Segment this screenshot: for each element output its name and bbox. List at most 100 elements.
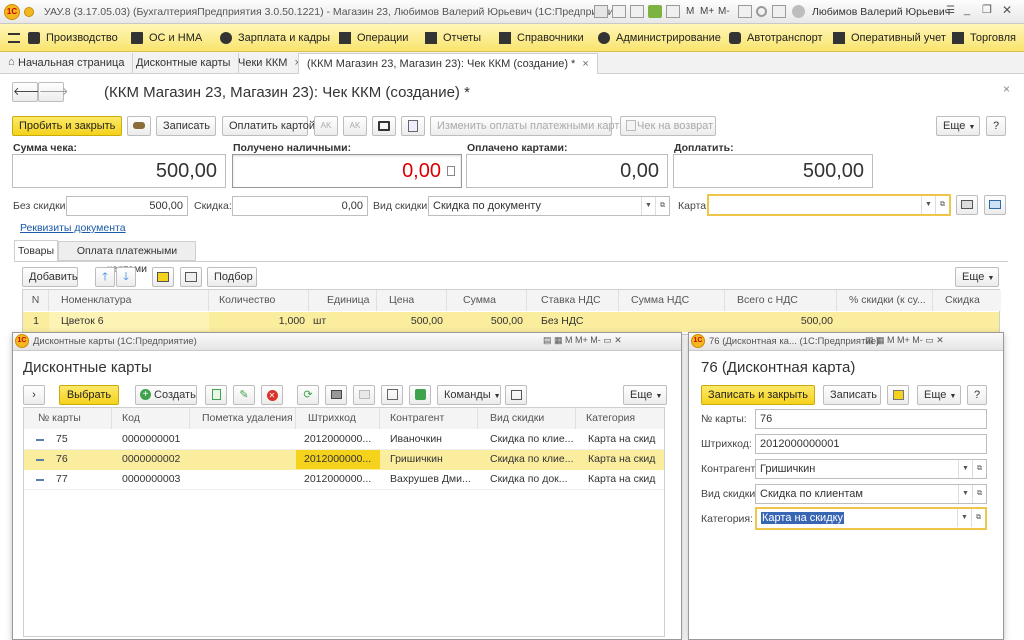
- col-header[interactable]: № карты: [24, 408, 112, 429]
- find-button[interactable]: [325, 385, 347, 405]
- menu-operational[interactable]: Оперативный учет: [833, 24, 946, 52]
- chevron-down-icon[interactable]: ▼: [958, 460, 972, 478]
- forward-button[interactable]: 🡒: [38, 82, 69, 102]
- col-header[interactable]: Пометка удаления: [190, 408, 296, 429]
- minimize-icon[interactable]: _: [964, 4, 970, 16]
- cell-price[interactable]: 500,00: [377, 312, 447, 331]
- back-button[interactable]: 🡐: [12, 82, 43, 102]
- col-header[interactable]: Скидка: [933, 290, 1001, 311]
- chevron-down-icon[interactable]: ▼: [958, 485, 972, 503]
- requisites-link[interactable]: Реквизиты документа: [20, 222, 126, 234]
- print-list-button[interactable]: [409, 385, 431, 405]
- scan-button[interactable]: [180, 267, 202, 287]
- move-down-button[interactable]: 🡓: [116, 267, 136, 287]
- open-icon[interactable]: ⧉: [971, 509, 985, 527]
- save-icon[interactable]: [594, 5, 608, 18]
- cell-item[interactable]: Цветок 6: [49, 312, 209, 331]
- cash-out-button[interactable]: AK: [343, 116, 367, 136]
- open-icon[interactable]: ⧉: [972, 460, 986, 478]
- card-edit-button[interactable]: [887, 385, 909, 405]
- category-select[interactable]: Карта на скидку ▼ ⧉: [755, 507, 987, 530]
- list-settings-button[interactable]: [505, 385, 527, 405]
- copy-button[interactable]: [205, 385, 227, 405]
- menu-reports[interactable]: Отчеты: [425, 24, 481, 52]
- card-display-button[interactable]: [984, 195, 1006, 215]
- memory-m-icon[interactable]: M: [686, 6, 694, 17]
- memory-mplus-icon[interactable]: M+: [700, 6, 714, 17]
- menu-production[interactable]: Производство: [28, 24, 118, 52]
- subtab-card-payments[interactable]: Оплата платежными картами: [58, 241, 196, 275]
- tab-home[interactable]: Начальная страница: [0, 53, 134, 74]
- col-header[interactable]: Количество: [209, 290, 309, 311]
- caption-tools-icon[interactable]: ▤ ▦ M M+ M- ▭ ✕: [865, 335, 944, 346]
- contractor-select[interactable]: Гришичкин ▼ ⧉: [755, 459, 987, 479]
- card-more-button[interactable]: Еще ▼: [917, 385, 961, 405]
- printer-button[interactable]: [372, 116, 396, 136]
- card-select[interactable]: ▼ ⧉: [707, 194, 951, 216]
- chevron-down-icon[interactable]: ▼: [957, 509, 971, 527]
- app-logo-icon[interactable]: 1С: [4, 4, 20, 20]
- refresh-button[interactable]: ⟳: [297, 385, 319, 405]
- open-icon[interactable]: ⧉: [655, 197, 669, 215]
- memory-mminus-icon[interactable]: M-: [718, 6, 730, 17]
- selection-button[interactable]: Подбор: [207, 267, 257, 287]
- caption-tools-icon[interactable]: ▤ ▦ M M+ M- ▭ ✕: [543, 335, 622, 346]
- open-icon[interactable]: ⧉: [972, 485, 986, 503]
- user-name[interactable]: Любимов Валерий Юрьевич: [812, 6, 950, 18]
- pay-card-button[interactable]: Оплатить картой: [222, 116, 315, 136]
- col-header[interactable]: % скидки (к су...: [837, 290, 933, 311]
- menu-trade[interactable]: Торговля: [952, 24, 1016, 52]
- history-icon[interactable]: [756, 6, 767, 17]
- cell-disc[interactable]: [933, 312, 999, 331]
- cell-vat-rate[interactable]: Без НДС: [527, 312, 619, 331]
- menu-arrow-icon[interactable]: [24, 7, 34, 17]
- menu-administration[interactable]: Администрирование: [598, 24, 721, 52]
- menu-catalogs[interactable]: Справочники: [499, 24, 584, 52]
- calendar-icon[interactable]: [666, 5, 680, 18]
- menu-operations[interactable]: Операции: [339, 24, 408, 52]
- col-header[interactable]: Сумма НДС: [619, 290, 725, 311]
- expand-button[interactable]: ›: [23, 385, 45, 405]
- print-icon[interactable]: [612, 5, 626, 18]
- close-window-icon[interactable]: ✕: [1002, 3, 1012, 17]
- card-reader-button[interactable]: [956, 195, 978, 215]
- add-row-button[interactable]: Добавить: [22, 267, 78, 287]
- edit-button[interactable]: ✎: [233, 385, 255, 405]
- hamburger-icon[interactable]: [8, 33, 20, 43]
- number-input[interactable]: 76: [755, 409, 987, 429]
- help-button[interactable]: ?: [986, 116, 1006, 136]
- document-button[interactable]: [401, 116, 425, 136]
- menu-salary[interactable]: Зарплата и кадры: [220, 24, 330, 52]
- calculator-icon[interactable]: [772, 5, 786, 18]
- save-and-close-button[interactable]: Записать и закрыть: [701, 385, 815, 405]
- choose-button[interactable]: Выбрать: [59, 385, 119, 405]
- settings-icon[interactable]: ☰: [946, 5, 955, 16]
- col-header[interactable]: Номенклатура: [49, 290, 209, 311]
- tab-discount-cards[interactable]: Дисконтные карты: [128, 53, 240, 74]
- cancel-find-button[interactable]: [353, 385, 375, 405]
- cash-input[interactable]: 0,00: [232, 154, 462, 188]
- col-header[interactable]: Сумма: [447, 290, 527, 311]
- col-header[interactable]: Единица: [309, 290, 377, 311]
- change-card-payments-button[interactable]: Изменить оплаты платежными картами: [430, 116, 639, 136]
- disctype-select[interactable]: Скидка по документу ▼ ⧉: [428, 196, 670, 216]
- col-header[interactable]: Штрихкод: [296, 408, 380, 429]
- save-button[interactable]: Записать: [156, 116, 216, 136]
- col-header[interactable]: Код: [112, 408, 190, 429]
- card-help-button[interactable]: ?: [967, 385, 987, 405]
- move-up-button[interactable]: 🡑: [95, 267, 115, 287]
- print-receipt-button[interactable]: [127, 116, 151, 136]
- cell-unit[interactable]: шт: [309, 312, 377, 331]
- barcode-input[interactable]: 2012000000001: [755, 434, 987, 454]
- close-doc-icon[interactable]: ×: [1003, 82, 1010, 96]
- filter-button[interactable]: [381, 385, 403, 405]
- menu-fixed-assets[interactable]: ОС и НМА: [131, 24, 202, 52]
- table-row[interactable]: 1 Цветок 6 1,000 шт 500,00 500,00 Без НД…: [23, 312, 999, 332]
- preview-icon[interactable]: [630, 5, 644, 18]
- commands-button[interactable]: Команды ▼: [437, 385, 501, 405]
- cell-vat-sum[interactable]: [619, 312, 725, 331]
- close-tab-icon[interactable]: ×: [582, 58, 588, 70]
- post-and-close-button[interactable]: Пробить и закрыть: [12, 116, 122, 136]
- card-save-button[interactable]: Записать: [823, 385, 881, 405]
- delete-button[interactable]: ✕: [261, 385, 283, 405]
